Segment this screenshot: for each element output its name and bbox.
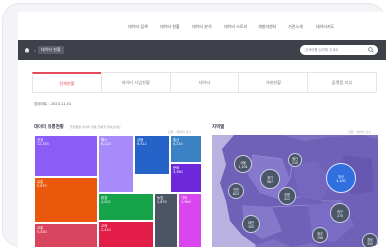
- nav-item[interactable]: 데이터 스토리: [224, 24, 247, 30]
- treemap-title: 데이터 유통현황: [34, 125, 64, 130]
- treemap-cell[interactable]: 교육 2,410: [98, 221, 154, 247]
- region-bubble[interactable]: 광주 198: [312, 227, 328, 243]
- nav-item[interactable]: 개발자센터: [258, 24, 276, 30]
- search-icon[interactable]: [368, 47, 374, 53]
- cell-value: 1,960: [181, 200, 191, 204]
- treemap-cell[interactable]: 문화 3,380: [170, 163, 202, 193]
- region-bubble[interactable]: 강원 412: [278, 187, 296, 205]
- nav-item[interactable]: 데이터 검색: [128, 24, 148, 30]
- breadcrumb-current[interactable]: 데이터 현황: [38, 46, 64, 54]
- tab-review[interactable]: 플랫폼 리뷰: [307, 72, 377, 92]
- tab-data[interactable]: 데이터: [169, 72, 240, 92]
- tab-trade[interactable]: 거래현황: [238, 72, 309, 92]
- treemap-chart: 공공 12,345 헬스 8,123 금융 6,512 통신 4,210 문화 …: [34, 135, 202, 247]
- cell-value: 4,210: [173, 142, 183, 146]
- treemap-cell[interactable]: 농업 2,870: [154, 193, 178, 247]
- treemap-cell[interactable]: 헬스 8,123: [98, 135, 134, 193]
- top-nav: 데이터 검색 데이터 현황 데이터 분석 데이터 스토리 개발자센터 기관소개 …: [18, 12, 386, 39]
- region-bubble[interactable]: 경남 355: [362, 233, 378, 247]
- bubble-value: 198: [316, 235, 324, 240]
- treemap-cell[interactable]: 공공 12,345: [34, 135, 98, 177]
- update-date: 업데이트 : 2023.11.01: [34, 102, 72, 106]
- region-bubble[interactable]: 서울 1,204: [234, 155, 252, 173]
- bubble-value: 4,100: [336, 178, 346, 183]
- treemap-cell[interactable]: 환경 4,002: [98, 193, 154, 221]
- bubble-value: 623: [232, 191, 240, 196]
- treemap-cell[interactable]: 유통 9,870: [34, 177, 98, 223]
- chevron-right-icon: ›: [34, 48, 36, 53]
- home-icon[interactable]: [24, 47, 30, 53]
- region-bubble[interactable]: 인천 623: [228, 183, 244, 199]
- cell-value: 2,410: [101, 228, 111, 232]
- treemap-subtitle: 플랫폼별 데이터 유통 현황을 알아보세요: [70, 125, 121, 129]
- nav-item[interactable]: 기관소개: [288, 24, 303, 30]
- bubble-value: 270: [336, 213, 344, 218]
- bubble-value: 210: [291, 160, 299, 165]
- treemap-cell[interactable]: 교통 5,430: [34, 223, 98, 247]
- cell-value: 9,870: [37, 184, 47, 188]
- treemap-cell[interactable]: 금융 6,512: [134, 135, 170, 175]
- region-bubble[interactable]: 경기 987: [260, 169, 280, 189]
- bubble-value: 1,204: [238, 164, 248, 169]
- tab-overview[interactable]: 전체현황: [32, 72, 102, 92]
- device-frame: 데이터 검색 데이터 현황 데이터 분석 데이터 스토리 개발자센터 기관소개 …: [2, 3, 386, 247]
- treemap-unit: 단위 : 데이터 건수: [168, 130, 192, 134]
- bubble-value: 412: [283, 196, 291, 201]
- bubble-value: 987: [266, 179, 274, 184]
- screen: 데이터 검색 데이터 현황 데이터 분석 데이터 스토리 개발자센터 기관소개 …: [18, 12, 386, 247]
- search-input[interactable]: 검색어를 입력해 주세요: [300, 45, 378, 55]
- map-unit: 단위 : 데이터 건수: [348, 130, 372, 134]
- search-placeholder: 검색어를 입력해 주세요: [305, 48, 339, 52]
- nav-item[interactable]: 데이터지도: [316, 24, 334, 30]
- cell-value: 12,345: [37, 142, 49, 146]
- region-bubble-highlight[interactable]: 부산 4,100: [326, 163, 356, 193]
- map-title: 지역별: [212, 125, 225, 130]
- breadcrumb-bar: › 데이터 현황 검색어를 입력해 주세요: [18, 40, 386, 60]
- nav-item[interactable]: 데이터 분석: [192, 24, 212, 30]
- cell-value: 5,430: [37, 230, 47, 234]
- cell-value: 4,002: [101, 200, 111, 204]
- cell-value: 2,870: [157, 200, 167, 204]
- tab-bar: 전체현황 데이터 사업현황 데이터 거래현황 플랫폼 리뷰: [32, 72, 377, 93]
- tab-business[interactable]: 데이터 사업현황: [100, 72, 171, 92]
- treemap-cell[interactable]: 통신 4,210: [170, 135, 202, 163]
- region-bubble[interactable]: 울산 210: [288, 153, 302, 167]
- nav-item[interactable]: 데이터 현황: [160, 24, 180, 30]
- region-bubble[interactable]: 대구 270: [330, 203, 350, 223]
- bubble-value: 305: [247, 224, 255, 229]
- cell-value: 8,123: [101, 142, 111, 146]
- region-map: 서울 1,204 경기 987 인천 623 강원 412 대전 305 대구 …: [212, 135, 378, 247]
- treemap-cell[interactable]: 기타 1,960: [178, 193, 202, 247]
- bubble-value: 355: [366, 241, 374, 246]
- cell-value: 6,512: [137, 142, 147, 146]
- cell-value: 3,380: [173, 170, 183, 174]
- region-bubble[interactable]: 대전 305: [242, 215, 260, 233]
